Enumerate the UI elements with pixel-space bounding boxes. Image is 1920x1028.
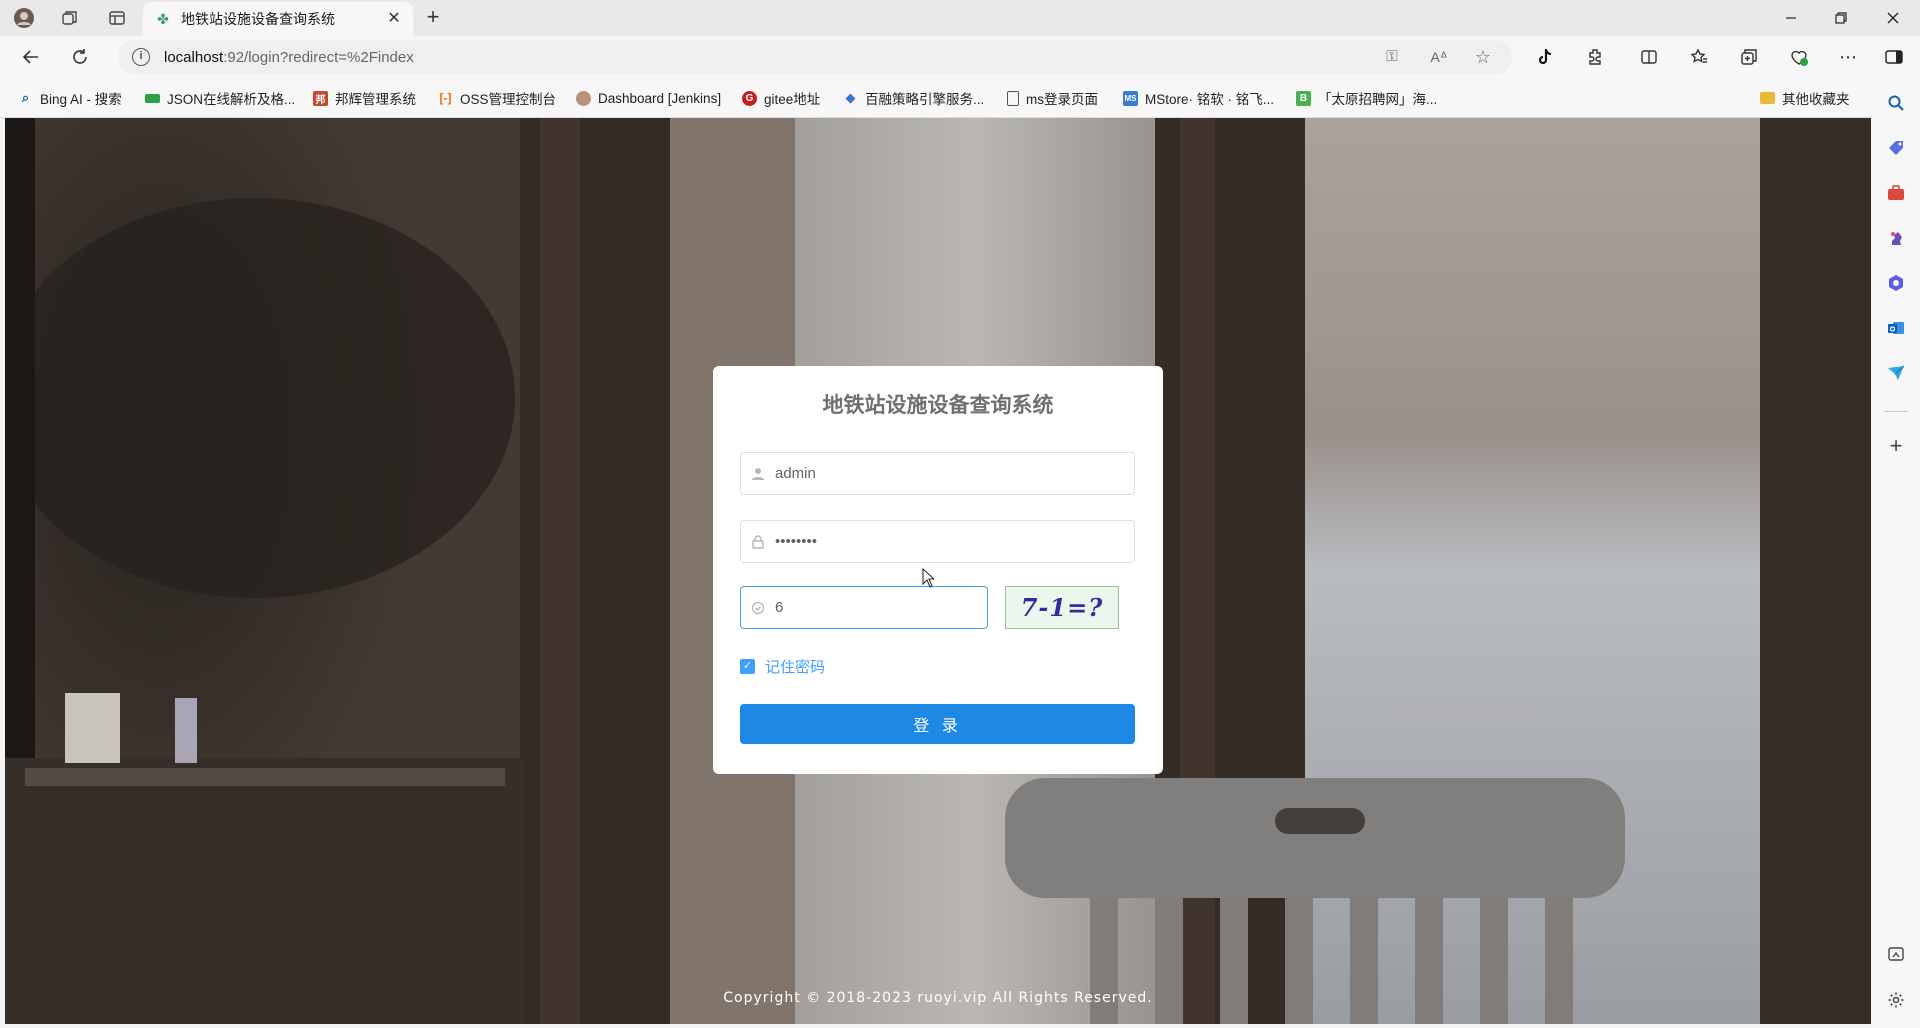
- captcha-code-field[interactable]: [740, 586, 988, 629]
- bookmark-item[interactable]: Dashboard [Jenkins]: [576, 88, 721, 108]
- refresh-button[interactable]: [66, 43, 94, 71]
- search-icon: ⌕: [21, 90, 30, 105]
- bookmark-label: gitee地址: [764, 92, 821, 107]
- send-icon[interactable]: [1884, 361, 1908, 385]
- bookmark-label: Dashboard [Jenkins]: [598, 90, 722, 106]
- tab-strip: ✤ 地铁站设施设备查询系统 ✕ +: [0, 0, 1920, 36]
- bookmark-item[interactable]: G gitee地址: [742, 88, 820, 108]
- extensions-icon[interactable]: [1581, 43, 1609, 71]
- close-tab-icon[interactable]: ✕: [385, 10, 403, 28]
- bookmark-item[interactable]: B 「太原招聘网」海...: [1296, 88, 1437, 108]
- office-icon[interactable]: [1884, 271, 1908, 295]
- bookmark-label: MStore· 铭软 · 铭飞...: [1145, 92, 1275, 107]
- url-host: localhost: [164, 48, 224, 66]
- mouse-cursor-icon: [922, 568, 934, 588]
- captcha-image[interactable]: 7-1=?: [1005, 586, 1119, 629]
- settings-gear-icon[interactable]: [1884, 988, 1908, 1012]
- login-button[interactable]: 登 录: [740, 704, 1135, 744]
- bookmark-item[interactable]: MS MStore· 铭软 · 铭飞...: [1123, 88, 1274, 108]
- login-page: 地铁站设施设备查询系统 7-1=? ✓ 记住密码 登 录: [5, 118, 1871, 1024]
- workspaces-icon[interactable]: [57, 5, 83, 31]
- copyright-footer: Copyright © 2018-2023 ruoyi.vip All Righ…: [723, 990, 1153, 1006]
- screenshot-icon[interactable]: [1884, 942, 1908, 966]
- bookmark-item[interactable]: ms登录页面: [1007, 88, 1098, 108]
- browser-toolbar: i localhost:92/login?redirect=%2Findex ⚿…: [0, 36, 1920, 78]
- favorites-icon[interactable]: [1685, 43, 1713, 71]
- minimize-button[interactable]: [1768, 0, 1814, 36]
- checkbox-checked-icon[interactable]: ✓: [740, 659, 755, 674]
- back-button[interactable]: [17, 43, 45, 71]
- more-menu-icon[interactable]: ⋯: [1834, 43, 1862, 71]
- b-icon: B: [1296, 90, 1311, 106]
- engine-icon: ◆: [845, 90, 856, 105]
- mstore-icon: MS: [1123, 90, 1138, 106]
- remember-password-checkbox[interactable]: ✓ 记住密码: [740, 656, 825, 677]
- bookmark-item[interactable]: ⌕ Bing AI - 搜索: [18, 88, 122, 108]
- page-icon: [1007, 90, 1019, 106]
- edge-sidebar: O +: [1872, 78, 1920, 1028]
- bookmarks-bar: ⌕ Bing AI - 搜索 JSON在线解析及格... 邦 邦辉管理系统 [-…: [0, 78, 1920, 118]
- read-aloud-icon[interactable]: Aᐞ: [1430, 48, 1448, 66]
- url-text: localhost:92/login?redirect=%2Findex: [164, 49, 414, 66]
- tools-briefcase-icon[interactable]: [1884, 181, 1908, 205]
- collections-icon[interactable]: [1735, 43, 1763, 71]
- bookmark-label: JSON在线解析及格...: [167, 92, 296, 107]
- username-field[interactable]: [740, 452, 1135, 495]
- bookmark-item[interactable]: ◆ 百融策略引擎服务...: [843, 88, 985, 108]
- other-bookmarks-label: 其他收藏夹: [1782, 92, 1850, 107]
- browser-essentials-icon[interactable]: [1785, 43, 1813, 71]
- gitee-icon: G: [742, 90, 757, 106]
- profile-icon[interactable]: [11, 5, 37, 31]
- folder-icon: [1760, 92, 1775, 104]
- outlook-icon[interactable]: O: [1884, 316, 1908, 340]
- username-input[interactable]: [775, 453, 1134, 494]
- new-tab-button[interactable]: +: [420, 5, 446, 31]
- favorite-star-icon[interactable]: ☆: [1474, 48, 1492, 66]
- aliyun-icon: [-]: [439, 91, 452, 105]
- add-icon[interactable]: +: [1884, 433, 1908, 458]
- bookmark-item[interactable]: JSON在线解析及格...: [145, 88, 295, 108]
- remember-password-label[interactable]: 记住密码: [765, 656, 825, 677]
- jenkins-icon: [576, 90, 591, 106]
- bookmark-item[interactable]: 邦 邦辉管理系统: [313, 88, 416, 108]
- site-info-icon[interactable]: i: [132, 48, 150, 66]
- bookmark-label: 邦辉管理系统: [335, 92, 416, 107]
- bookmark-label: OSS管理控制台: [460, 92, 557, 107]
- tab-title: 地铁站设施设备查询系统: [181, 11, 335, 27]
- other-bookmarks-folder[interactable]: 其他收藏夹: [1760, 88, 1850, 108]
- login-title: 地铁站设施设备查询系统: [822, 394, 1054, 417]
- sidebar-divider: [1884, 411, 1908, 412]
- bookmark-label: 「太原招聘网」海...: [1318, 92, 1438, 107]
- user-icon: [741, 467, 775, 481]
- restore-button[interactable]: [1818, 0, 1864, 36]
- login-form: 地铁站设施设备查询系统 7-1=? ✓ 记住密码 登 录: [713, 366, 1163, 774]
- address-bar[interactable]: i localhost:92/login?redirect=%2Findex ⚿…: [118, 40, 1512, 74]
- games-chess-icon[interactable]: [1884, 226, 1908, 250]
- active-tab[interactable]: ✤ 地铁站设施设备查询系统 ✕: [143, 2, 413, 36]
- captcha-code-input[interactable]: [775, 587, 987, 628]
- json-icon: [145, 93, 160, 103]
- site-favicon-icon: ✤: [157, 11, 169, 27]
- validate-code-icon: [741, 601, 775, 615]
- bookmark-item[interactable]: [-] OSS管理控制台: [438, 88, 557, 108]
- bookmark-label: Bing AI - 搜索: [40, 92, 122, 107]
- svg-text:O: O: [1890, 326, 1896, 334]
- url-path: :92/login?redirect=%2Findex: [223, 48, 414, 66]
- bookmark-label: ms登录页面: [1026, 92, 1098, 107]
- lock-icon: [741, 534, 775, 549]
- split-screen-icon[interactable]: [1635, 43, 1663, 71]
- app-icon: 邦: [313, 90, 328, 106]
- tab-actions-icon[interactable]: [104, 5, 130, 31]
- captcha-text: 7-1=?: [1020, 593, 1104, 622]
- bookmark-label: 百融策略引擎服务...: [865, 92, 985, 107]
- sidebar-toggle-icon[interactable]: [1880, 43, 1908, 71]
- close-window-button[interactable]: [1870, 0, 1916, 36]
- password-input[interactable]: [775, 521, 1134, 562]
- tiktok-extension-icon[interactable]: [1531, 43, 1559, 71]
- password-key-icon[interactable]: ⚿: [1383, 48, 1401, 66]
- password-field[interactable]: [740, 520, 1135, 563]
- search-icon[interactable]: [1884, 91, 1908, 115]
- shopping-tag-icon[interactable]: [1884, 136, 1908, 160]
